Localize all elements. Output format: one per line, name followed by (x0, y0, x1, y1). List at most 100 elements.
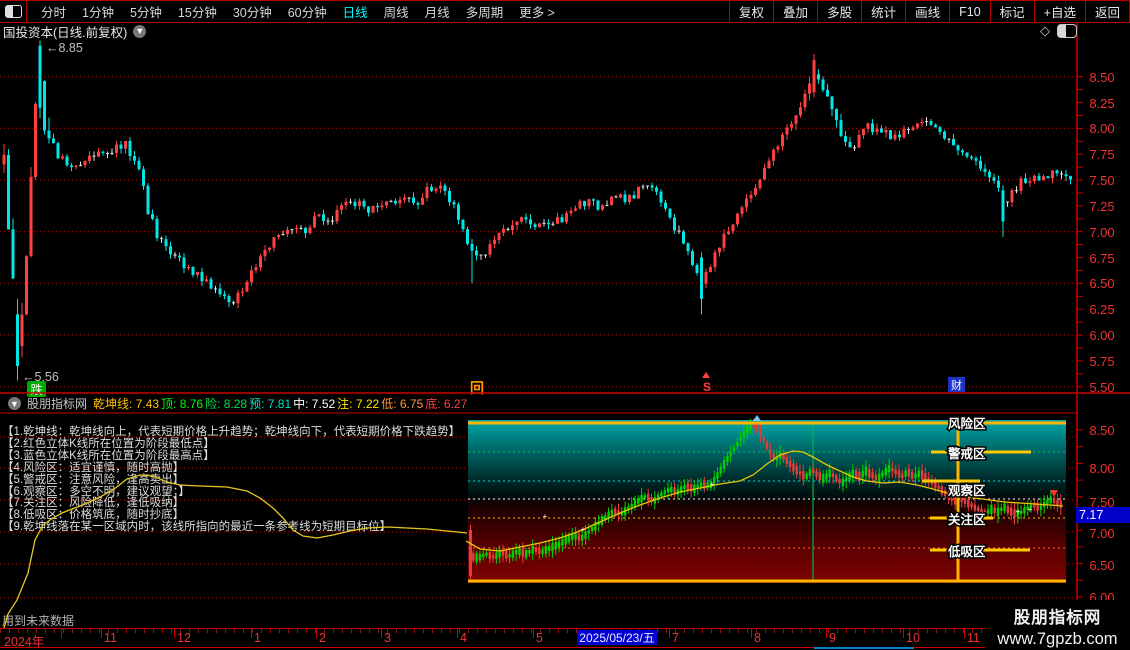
indicator-note-line-9: 【9.乾坤线落在某一区域内时，该线所指向的最近一条参考线为短期目标位】 (2, 521, 392, 534)
titlebar: 国投资本(日线.前复权) ▼ ◇ (0, 22, 1130, 40)
pane-price-label: 8.00 (1089, 461, 1115, 476)
month-tick (174, 629, 175, 638)
candlestick-series (2, 40, 1072, 381)
toolbar-button-3[interactable]: 统计 (861, 1, 905, 22)
menu-item-8[interactable]: 月线 (417, 2, 458, 21)
menu-item-3[interactable]: 15分钟 (170, 2, 225, 21)
price-label: 6.75 (1089, 250, 1115, 266)
price-label: 8.00 (1089, 121, 1115, 137)
watermark-url: www.7gpzb.com (997, 630, 1118, 648)
menu-item-0[interactable]: 分时 (33, 2, 74, 21)
month-tick (61, 629, 62, 638)
collapse-icon[interactable]: ▼ (8, 397, 21, 410)
marker-s-icon[interactable]: S (702, 372, 711, 394)
indicator-field-2: 险: 8.28 (205, 397, 248, 411)
toolbar-button-7[interactable]: +自选 (1033, 1, 1085, 22)
app-window: 分时 1分钟 5分钟 15分钟 30分钟 60分钟 日线 周线 月线 多周期 更多 > 复权 叠加 多股… (0, 0, 1130, 650)
high-price-annotation: ←8.85 (46, 41, 83, 55)
menu-item-2[interactable]: 5分钟 (122, 2, 170, 21)
svg-text:+: + (543, 512, 548, 521)
svg-text:+: + (1016, 507, 1021, 516)
month-tick (381, 629, 382, 638)
menu-item-6[interactable]: 日线 (335, 2, 376, 21)
marker-cai-icon[interactable]: 财 (948, 377, 965, 392)
indicator-field-1: 顶: 8.76 (161, 397, 204, 411)
price-label: 6.50 (1089, 276, 1115, 292)
price-label: 7.75 (1089, 147, 1115, 163)
month-label-3: 1 (254, 631, 261, 645)
zone-label-2: 观察区 (948, 483, 986, 498)
toolbar-button-6[interactable]: 标记 (989, 1, 1034, 22)
month-tick (903, 629, 904, 638)
price-label: 8.25 (1089, 95, 1115, 111)
toolbar-button-1[interactable]: 叠加 (773, 1, 817, 22)
toolbar-button-2[interactable]: 多股 (817, 1, 861, 22)
indicator-values: 乾坤线: 7.43 顶: 8.76 险: 8.28 预: 7.81 中: 7.52 注: … (93, 395, 469, 412)
split-view-icon[interactable] (1057, 24, 1077, 38)
pane-price-label: 6.50 (1089, 558, 1115, 573)
menu-item-7[interactable]: 周线 (376, 2, 417, 21)
menu-item-1[interactable]: 1分钟 (74, 2, 122, 21)
diamond-icon[interactable]: ◇ (1040, 23, 1050, 39)
month-tick (316, 629, 317, 638)
zone-label-1: 警戒区 (947, 446, 986, 461)
layout-icon[interactable] (0, 1, 27, 22)
svg-text:+: + (581, 525, 586, 534)
indicator-description: 【1.乾坤线：乾坤线向上，代表短期价格上升趋势；乾坤线向下，代表短期价格下跌趋势… (2, 426, 480, 534)
month-label-6: 4 (460, 631, 467, 645)
month-label-8: 7 (672, 631, 679, 645)
month-label-2: 12 (177, 631, 191, 645)
month-tick (101, 629, 102, 638)
price-label: 5.75 (1089, 353, 1115, 369)
low-price-annotation: ←5.56 (22, 370, 59, 384)
month-tick (751, 629, 752, 638)
month-tick (457, 629, 458, 638)
price-label: 8.50 (1089, 69, 1115, 85)
menu-item-4[interactable]: 30分钟 (225, 2, 280, 21)
main-chart-plot-area[interactable] (0, 40, 1077, 393)
month-label-5: 3 (384, 631, 391, 645)
menu-item-9[interactable]: 多周期 (458, 2, 512, 21)
marker-hui-icon[interactable]: 回 (470, 380, 484, 396)
toolbar-button-8[interactable]: 返回 (1084, 1, 1130, 22)
price-label: 6.00 (1089, 328, 1115, 343)
top-menubar: 分时 1分钟 5分钟 15分钟 30分钟 60分钟 日线 周线 月线 多周期 更多 > 复权 叠加 多股… (0, 0, 1130, 23)
pane-price-label: 7.00 (1089, 526, 1115, 541)
window-icons: ◇ (1040, 23, 1077, 39)
month-tick (964, 629, 965, 638)
indicator-field-3: 预: 7.81 (249, 397, 292, 411)
chart-layer[interactable]: ←8.85←5.56跌回 S 财风险区警戒区观察区关注区低吸区++++ + (0, 0, 1130, 650)
svg-text:+: + (710, 480, 715, 489)
zone-label-4: 低吸区 (947, 544, 986, 559)
menu-item-5[interactable]: 60分钟 (280, 2, 335, 21)
month-label-10: 9 (829, 631, 836, 645)
future-data-note: 用到未来数据 (2, 614, 75, 628)
indicator-field-7: 底: 6.27 (425, 397, 468, 411)
toolbar-buttons: 复权 叠加 多股 统计 画线 F10 标记 +自选 返回 (729, 1, 1130, 22)
price-label: 7.00 (1089, 224, 1115, 240)
indicator-source: 股朋指标网 (27, 397, 88, 411)
month-tick (826, 629, 827, 638)
month-tick (533, 629, 534, 638)
toolbar-button-0[interactable]: 复权 (729, 1, 773, 22)
price-axis: 8.50 8.25 8.00 7.75 7.50 7.25 7.00 6.75 6.50 6.25… (1076, 22, 1130, 628)
month-label-0: 2024年 (4, 635, 45, 649)
zone-label-0: 风险区 (948, 416, 986, 431)
toolbar-button-5[interactable]: F10 (949, 1, 990, 22)
indicator-note-line-5: 【5.警戒区：注意风险，逢高卖出】 (2, 473, 185, 486)
toolbar-button-4[interactable]: 画线 (905, 1, 949, 22)
indicator-field-5: 注: 7.22 (337, 397, 380, 411)
price-label: 6.25 (1089, 302, 1115, 318)
scrollbar-thumb[interactable] (814, 647, 914, 649)
price-label: 7.25 (1089, 198, 1115, 214)
zone-inset-chart[interactable]: 风险区警戒区观察区关注区低吸区 + + + + + (465, 415, 1066, 583)
menu-item-10[interactable]: 更多 > (511, 2, 563, 21)
date-axis[interactable]: 2025/05/23/五 2024年 11 12 1 2 3 4 5 7 8 9 10 11 (0, 628, 1130, 649)
price-label: 5.50 (1089, 379, 1115, 395)
indicator-field-4: 中: 7.52 (293, 397, 336, 411)
month-tick (669, 629, 670, 638)
chart-title: 国投资本(日线.前复权) (3, 25, 128, 40)
period-menu: 分时 1分钟 5分钟 15分钟 30分钟 60分钟 日线 周线 月线 多周期 更多 > (27, 2, 563, 21)
svg-text:S: S (703, 380, 711, 394)
chevron-down-icon[interactable]: ▼ (133, 24, 147, 38)
